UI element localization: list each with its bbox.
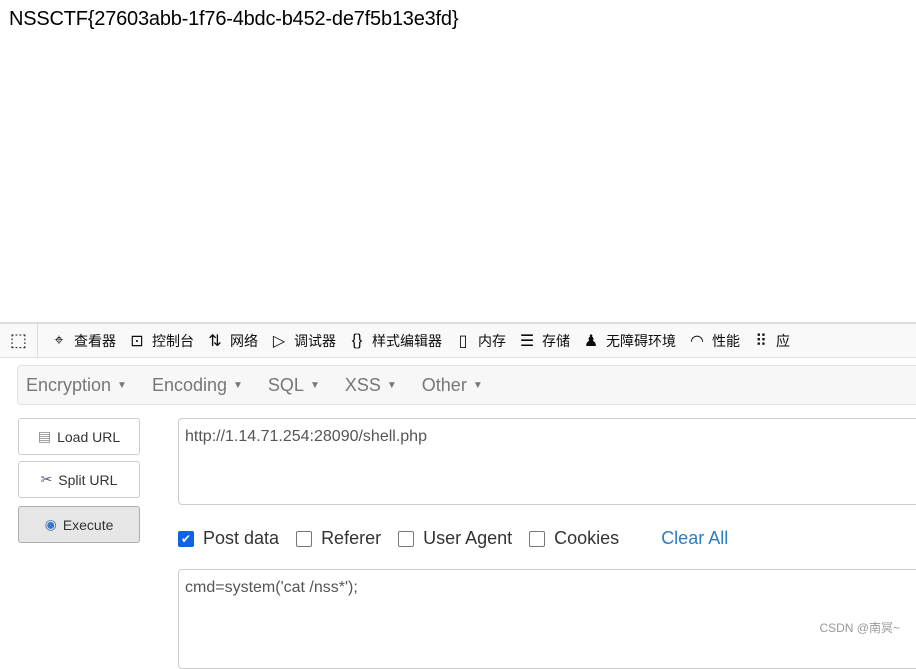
clear-all-link[interactable]: Clear All [661,528,728,549]
menu-encoding[interactable]: Encoding ▼ [152,375,243,396]
load-url-button[interactable]: ▤ Load URL [18,418,140,455]
menu-sql[interactable]: SQL ▼ [268,375,320,396]
caret-down-icon: ▼ [117,380,127,392]
execute-button[interactable]: ◉ Execute [18,506,140,543]
devtools-tab-application[interactable]: ⠿ 应 [752,331,790,351]
devtools-tab-performance[interactable]: ◠ 性能 [688,331,740,351]
devtools-tab-style-editor[interactable]: {} 样式编辑器 [348,331,442,351]
devtools-tab-accessibility[interactable]: ♟ 无障碍环境 [582,331,676,351]
checkbox-box [296,530,313,547]
cookies-checkbox[interactable]: Cookies [529,528,619,549]
style-editor-icon: {} [351,331,363,349]
url-input[interactable]: http://1.14.71.254:28090/shell.php [178,418,916,505]
referer-checkbox[interactable]: Referer [296,528,381,549]
options-row: ✔ Post data Referer User Agent Cookies Cl… [178,528,728,549]
watermark: CSDN @南冥~ [819,621,900,635]
checkmark-icon: ✔ [178,530,194,547]
devtools-tab-network[interactable]: ⇅ 网络 [206,331,258,351]
devtools-tab-storage[interactable]: ☰ 存储 [518,331,570,351]
devtools-tab-console[interactable]: ⊡ 控制台 [128,331,194,351]
caret-down-icon: ▼ [386,380,397,392]
play-icon: ◉ [44,516,57,532]
checkbox-box [529,530,546,547]
menu-encryption[interactable]: Encryption ▼ [26,375,127,396]
network-icon: ⇅ [208,332,222,350]
menu-other[interactable]: Other ▼ [422,375,483,396]
caret-down-icon: ▼ [233,380,243,392]
hackbar-menu: Encryption ▼ Encoding ▼ SQL ▼ XSS ▼ Other ▼ [17,365,916,405]
devtools-tab-memory[interactable]: ▯ 内存 [454,331,506,351]
post-data-checkbox[interactable]: ✔ Post data [178,528,279,549]
scissors-icon: ✂ [40,471,53,487]
caret-down-icon: ▼ [472,380,483,392]
caret-down-icon: ▼ [309,380,320,392]
devtools-tab-debugger[interactable]: ▷ 调试器 [270,331,336,351]
user-agent-checkbox[interactable]: User Agent [398,528,512,549]
console-icon: ⊡ [130,332,144,350]
inspector-icon: ⌖ [54,331,64,349]
application-icon: ⠿ [755,332,767,350]
storage-icon: ☰ [519,332,535,350]
page-output-text: NSSCTF{27603abb-1f76-4bdc-b452-de7f5b13e… [9,8,459,30]
post-body-input[interactable]: cmd=system('cat /nss*'); [178,569,916,669]
load-icon: ▤ [37,428,52,444]
performance-icon: ◠ [690,332,704,350]
checkbox-box [398,530,415,547]
split-url-button[interactable]: ✂ Split URL [18,461,140,498]
accessibility-icon: ♟ [583,332,599,350]
debugger-icon: ▷ [272,332,286,350]
memory-icon: ▯ [458,332,468,350]
devtools-toolbar: ⬚ ⌖ 查看器 ⊡ 控制台 ⇅ 网络 ▷ 调试器 {} 样式编辑器 ▯ 内存 ☰ 存储 ♟ 无障碍环境 ◠ 性能 ⠿… [0,322,916,358]
devtools-tab-inspector[interactable]: ⌖ 查看器 [50,331,116,351]
element-picker-icon[interactable]: ⬚ [0,324,38,357]
menu-xss[interactable]: XSS ▼ [345,375,397,396]
